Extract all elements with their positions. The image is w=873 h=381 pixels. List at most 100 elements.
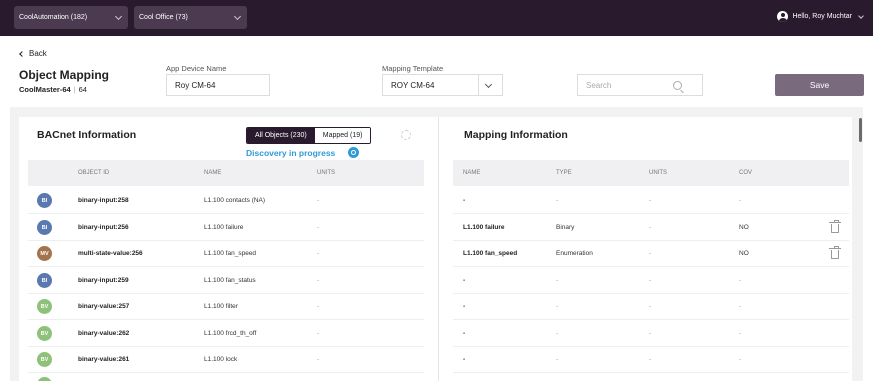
trash-icon[interactable] (829, 246, 841, 259)
map-cov: - (739, 330, 742, 337)
map-type: Enumeration (556, 250, 593, 257)
chevron-down-icon (114, 12, 123, 21)
map-units: - (649, 356, 652, 363)
select-divider (478, 75, 479, 95)
map-name: L1.100 fan_speed (463, 250, 518, 257)
user-avatar-icon (777, 11, 789, 22)
map-cov: - (739, 303, 742, 310)
object-id: binary-input:258 (78, 197, 129, 204)
object-type-badge: BV (37, 326, 52, 341)
tab-mapped[interactable]: Mapped (19) (314, 128, 371, 143)
page-title: Object Mapping (19, 68, 109, 82)
row-divider (28, 319, 424, 320)
map-units: - (649, 224, 652, 231)
mapping-template-select[interactable]: ROY CM-64 (382, 74, 503, 96)
col-object-id: OBJECT ID (78, 170, 110, 176)
row-divider (28, 346, 424, 347)
row-divider (453, 213, 849, 214)
map-type: Binary (556, 224, 575, 231)
object-name: L1.100 fan_speed (204, 250, 257, 257)
row-divider (28, 240, 424, 241)
row-divider (28, 372, 424, 373)
trash-icon[interactable] (829, 220, 841, 233)
chevron-down-icon (858, 12, 864, 19)
col-units: UNITS (317, 170, 335, 176)
scrollbar[interactable] (859, 118, 862, 142)
row-divider (28, 266, 424, 267)
back-arrow-icon (19, 50, 25, 57)
object-id: multi-state-value:256 (78, 250, 143, 257)
col-map-name: NAME (463, 170, 481, 176)
device-model: CoolMaster-64 (19, 85, 71, 94)
col-map-cov: COV (739, 170, 753, 176)
row-divider (28, 213, 424, 214)
map-units: - (649, 303, 652, 310)
object-name: L1.100 lock (204, 356, 238, 363)
row-divider (453, 266, 849, 267)
back-link[interactable]: Back (19, 49, 47, 58)
object-id: binary-value:261 (78, 356, 130, 363)
object-name: L1.100 contacts (NA) (204, 197, 266, 204)
map-type: - (556, 356, 559, 363)
map-type: - (556, 330, 559, 337)
object-units: - (317, 250, 320, 257)
app-device-name-value: Roy CM-64 (175, 80, 216, 90)
discovery-status: Discovery in progress (246, 148, 336, 158)
row-divider (453, 319, 849, 320)
object-type-badge: BV (37, 352, 52, 367)
search-placeholder: Search (586, 80, 612, 90)
object-units: - (317, 303, 320, 310)
app-device-name-input[interactable]: Roy CM-64 (166, 74, 270, 96)
map-name: - (463, 356, 466, 363)
col-map-type: TYPE (556, 170, 572, 176)
search-icon (673, 81, 682, 90)
mapping-template-value: ROY CM-64 (391, 80, 435, 90)
col-name: NAME (204, 170, 222, 176)
content-panel (19, 117, 852, 381)
row-divider (453, 346, 849, 347)
map-name: - (463, 330, 466, 337)
object-units: - (317, 330, 320, 337)
object-id: binary-value:262 (78, 330, 130, 337)
col-map-units: UNITS (649, 170, 667, 176)
object-type-badge: MV (37, 246, 52, 261)
office-dropdown-label: Cool Office (73) (139, 14, 188, 21)
map-name: - (463, 277, 466, 284)
object-name: L1.100 failure (204, 224, 244, 231)
map-type: - (556, 277, 559, 284)
user-menu[interactable]: Hello, Roy Muchtar (777, 11, 864, 22)
row-divider (28, 293, 424, 294)
save-button[interactable]: Save (775, 74, 864, 96)
search-input[interactable]: Search (577, 74, 703, 96)
chevron-down-icon (484, 80, 493, 89)
office-dropdown[interactable]: Cool Office (73) (134, 6, 247, 29)
map-name: L1.100 failure (463, 224, 505, 231)
chevron-down-icon (233, 12, 242, 21)
mapping-title: Mapping Information (464, 129, 568, 141)
device-subtitle: CoolMaster-64 | 64 (19, 85, 87, 94)
object-units: - (317, 224, 320, 231)
object-name: L1.100 filter (204, 303, 238, 310)
panel-divider (438, 117, 439, 381)
row-divider (453, 372, 849, 373)
object-name: L1.100 frcd_th_off (204, 330, 257, 337)
object-name: L1.100 fan_status (204, 277, 256, 284)
object-units: - (317, 356, 320, 363)
site-dropdown[interactable]: CoolAutomation (182) (14, 6, 128, 29)
tab-all-objects[interactable]: All Objects (230) (247, 128, 315, 143)
refresh-icon[interactable] (401, 130, 411, 140)
map-cov: NO (739, 224, 749, 231)
object-units: - (317, 277, 320, 284)
map-type: - (556, 303, 559, 310)
object-type-badge: BI (37, 193, 52, 208)
object-type-badge: BI (37, 273, 52, 288)
map-cov: - (739, 197, 742, 204)
map-units: - (649, 277, 652, 284)
object-id: binary-value:257 (78, 303, 130, 310)
object-type-badge: BI (37, 220, 52, 235)
map-units: - (649, 330, 652, 337)
mapping-template-label: Mapping Template (382, 64, 444, 73)
back-label: Back (29, 49, 47, 58)
map-name: - (463, 303, 466, 310)
map-name: - (463, 197, 466, 204)
